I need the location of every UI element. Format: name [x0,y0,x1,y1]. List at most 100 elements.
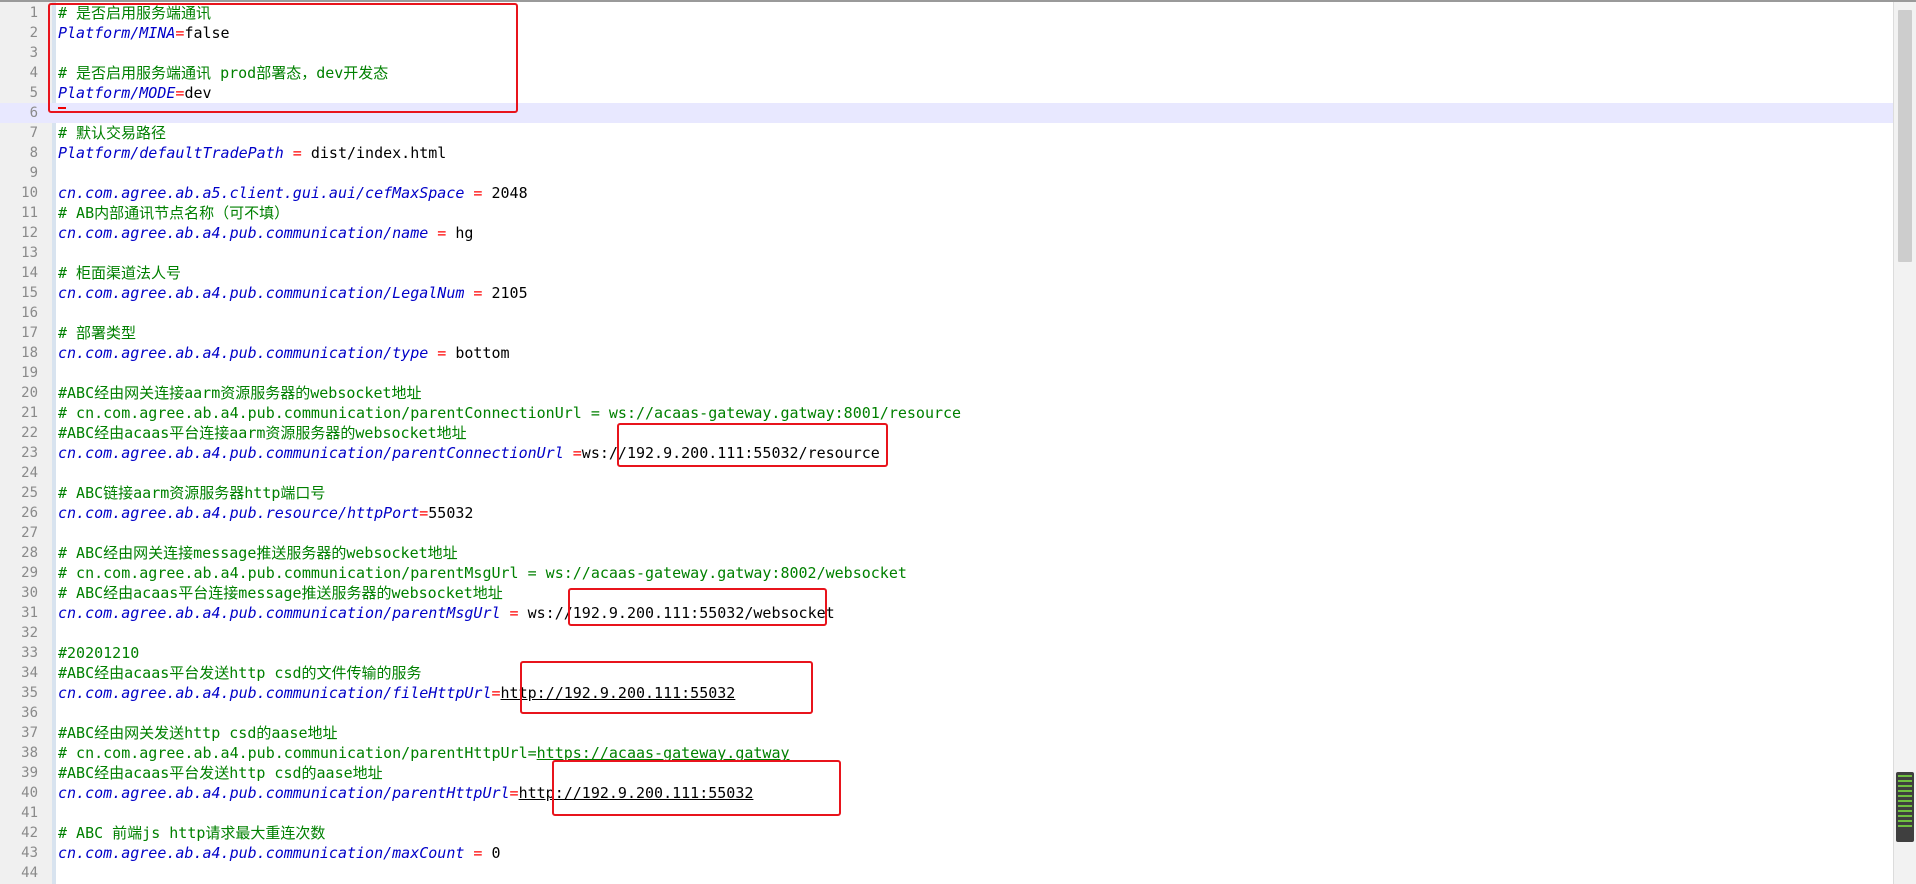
comment-token: #ABC经由acaas平台发送http csd的文件传输的服务 [58,664,422,682]
annotation-box-mina-mode [48,3,518,113]
line-number: 34 [21,665,38,681]
code-line[interactable]: 28 # ABC经由网关连接message推送服务器的websocket地址 [0,543,1894,563]
code-line[interactable]: 13 [0,243,1894,263]
property-key: cn.com.agree.ab.a4.pub.communication/par… [58,604,501,622]
line-text: cn.com.agree.ab.a4.pub.communication/nam… [58,223,473,243]
code-line[interactable]: 40 cn.com.agree.ab.a4.pub.communication/p… [0,783,1894,803]
vertical-scrollbar[interactable] [1893,2,1916,884]
code-line[interactable]: 18 cn.com.agree.ab.a4.pub.communication/t… [0,343,1894,363]
line-number: 7 [29,125,38,141]
comment-token: # 柜面渠道法人号 [58,264,182,282]
code-line[interactable]: 25 # ABC链接aarm资源服务器http端口号 [0,483,1894,503]
property-value: bottom [455,344,510,362]
equals-sign: = [500,604,528,622]
code-line[interactable]: 26 cn.com.agree.ab.a4.pub.resource/httpPo… [0,503,1894,523]
line-text: # AB内部通讯节点名称（可不填） [58,203,289,223]
line-number: 33 [21,645,38,661]
line-number: 30 [21,585,38,601]
code-line[interactable]: 42 # ABC 前端js http请求最大重连次数 [0,823,1894,843]
line-number: 9 [29,165,38,181]
code-line[interactable]: 10 cn.com.agree.ab.a5.client.gui.aui/cefM… [0,183,1894,203]
code-line[interactable]: 22 #ABC经由acaas平台连接aarm资源服务器的websocket地址 [0,423,1894,443]
line-number: 5 [29,85,38,101]
code-line[interactable]: 24 [0,463,1894,483]
comment-token: # cn.com.agree.ab.a4.pub.communication/p… [58,404,962,422]
line-number: 29 [21,565,38,581]
code-line[interactable]: 37 #ABC经由网关发送http csd的aase地址 [0,723,1894,743]
code-line[interactable]: 27 [0,523,1894,543]
comment-token: # ABC 前端js http请求最大重连次数 [58,824,326,842]
property-key: cn.com.agree.ab.a4.pub.communication/nam… [58,224,429,242]
code-line[interactable]: 8 Platform/defaultTradePath = dist/index.… [0,143,1894,163]
code-line[interactable]: 31 cn.com.agree.ab.a4.pub.communication/p… [0,603,1894,623]
code-line[interactable]: 38 # cn.com.agree.ab.a4.pub.communication… [0,743,1894,763]
line-text: #ABC经由acaas平台发送http csd的文件传输的服务 [58,663,422,683]
code-line[interactable]: 14 # 柜面渠道法人号 [0,263,1894,283]
line-number: 14 [21,265,38,281]
line-number: 13 [21,245,38,261]
equals-sign: = [428,224,456,242]
line-number: 37 [21,725,38,741]
code-line[interactable]: 41 [0,803,1894,823]
comment-token: #ABC经由网关发送http csd的aase地址 [58,724,338,742]
line-text: #ABC经由acaas平台发送http csd的aase地址 [58,763,383,783]
line-text: # 默认交易路径 [58,123,166,143]
property-value: hg [455,224,474,242]
code-line[interactable]: 17 # 部署类型 [0,323,1894,343]
code-line[interactable]: 29 # cn.com.agree.ab.a4.pub.communication… [0,563,1894,583]
code-line[interactable]: 33 #20201210 [0,643,1894,663]
code-line[interactable]: 35 cn.com.agree.ab.a4.pub.communication/f… [0,683,1894,703]
code-line[interactable]: 32 [0,623,1894,643]
equals-sign: = [563,444,582,462]
line-number: 2 [29,25,38,41]
code-line[interactable]: 30 # ABC经由acaas平台连接message推送服务器的websocket… [0,583,1894,603]
annotation-box-msg-url [568,588,827,626]
code-line[interactable]: 34 #ABC经由acaas平台发送http csd的文件传输的服务 [0,663,1894,683]
comment-token: # cn.com.agree.ab.a4.pub.communication/p… [58,564,907,582]
code-line[interactable]: 23 cn.com.agree.ab.a4.pub.communication/p… [0,443,1894,463]
code-line[interactable]: 19 [0,363,1894,383]
line-number: 39 [21,765,38,781]
comment-token: #ABC经由网关连接aarm资源服务器的websocket地址 [58,384,422,402]
equals-sign: = [419,504,429,522]
line-number: 17 [21,325,38,341]
code-line[interactable]: 15 cn.com.agree.ab.a4.pub.communication/L… [0,283,1894,303]
code-line[interactable]: 12 cn.com.agree.ab.a4.pub.communication/n… [0,223,1894,243]
code-line[interactable]: 36 [0,703,1894,723]
comment-token: #20201210 [58,644,140,662]
line-number: 36 [21,705,38,721]
property-key: cn.com.agree.ab.a4.pub.communication/par… [58,784,510,802]
equals-sign: = [283,144,311,162]
line-number: 11 [21,205,38,221]
code-line[interactable]: 11 # AB内部通讯节点名称（可不填） [0,203,1894,223]
equals-sign: = [464,184,492,202]
line-number: 26 [21,505,38,521]
code-line[interactable]: 39 #ABC经由acaas平台发送http csd的aase地址 [0,763,1894,783]
comment-token: #ABC经由acaas平台连接aarm资源服务器的websocket地址 [58,424,467,442]
equals-sign: = [491,684,501,702]
comment-token: # cn.com.agree.ab.a4.pub.communication/p… [58,744,537,762]
line-number: 23 [21,445,38,461]
window-top-border [0,0,1916,2]
code-line[interactable]: 44 [0,863,1894,883]
line-text: cn.com.agree.ab.a5.client.gui.aui/cefMax… [58,183,528,203]
code-line[interactable]: 16 [0,303,1894,323]
line-text: # ABC经由网关连接message推送服务器的websocket地址 [58,543,458,563]
property-value: 0 [491,844,501,862]
text-editor[interactable]: 1 # 是否启用服务端通讯 2 Platform/MINA=false 3 4 # 是否启用… [0,3,1894,883]
property-value: 55032 [428,504,474,522]
line-number: 18 [21,345,38,361]
line-number: 3 [29,45,38,61]
code-line[interactable]: 43 cn.com.agree.ab.a4.pub.communication/m… [0,843,1894,863]
line-number: 16 [21,305,38,321]
line-text: #20201210 [58,643,139,663]
scrollbar-thumb[interactable] [1898,10,1912,262]
code-line[interactable]: 21 # cn.com.agree.ab.a4.pub.communication… [0,403,1894,423]
code-line[interactable]: 7 # 默认交易路径 [0,123,1894,143]
code-line[interactable]: 9 [0,163,1894,183]
line-text: # 部署类型 [58,323,136,343]
code-line[interactable]: 20 #ABC经由网关连接aarm资源服务器的websocket地址 [0,383,1894,403]
line-number: 15 [21,285,38,301]
line-text: # cn.com.agree.ab.a4.pub.communication/p… [58,563,907,583]
line-text: cn.com.agree.ab.a4.pub.communication/typ… [58,343,510,363]
